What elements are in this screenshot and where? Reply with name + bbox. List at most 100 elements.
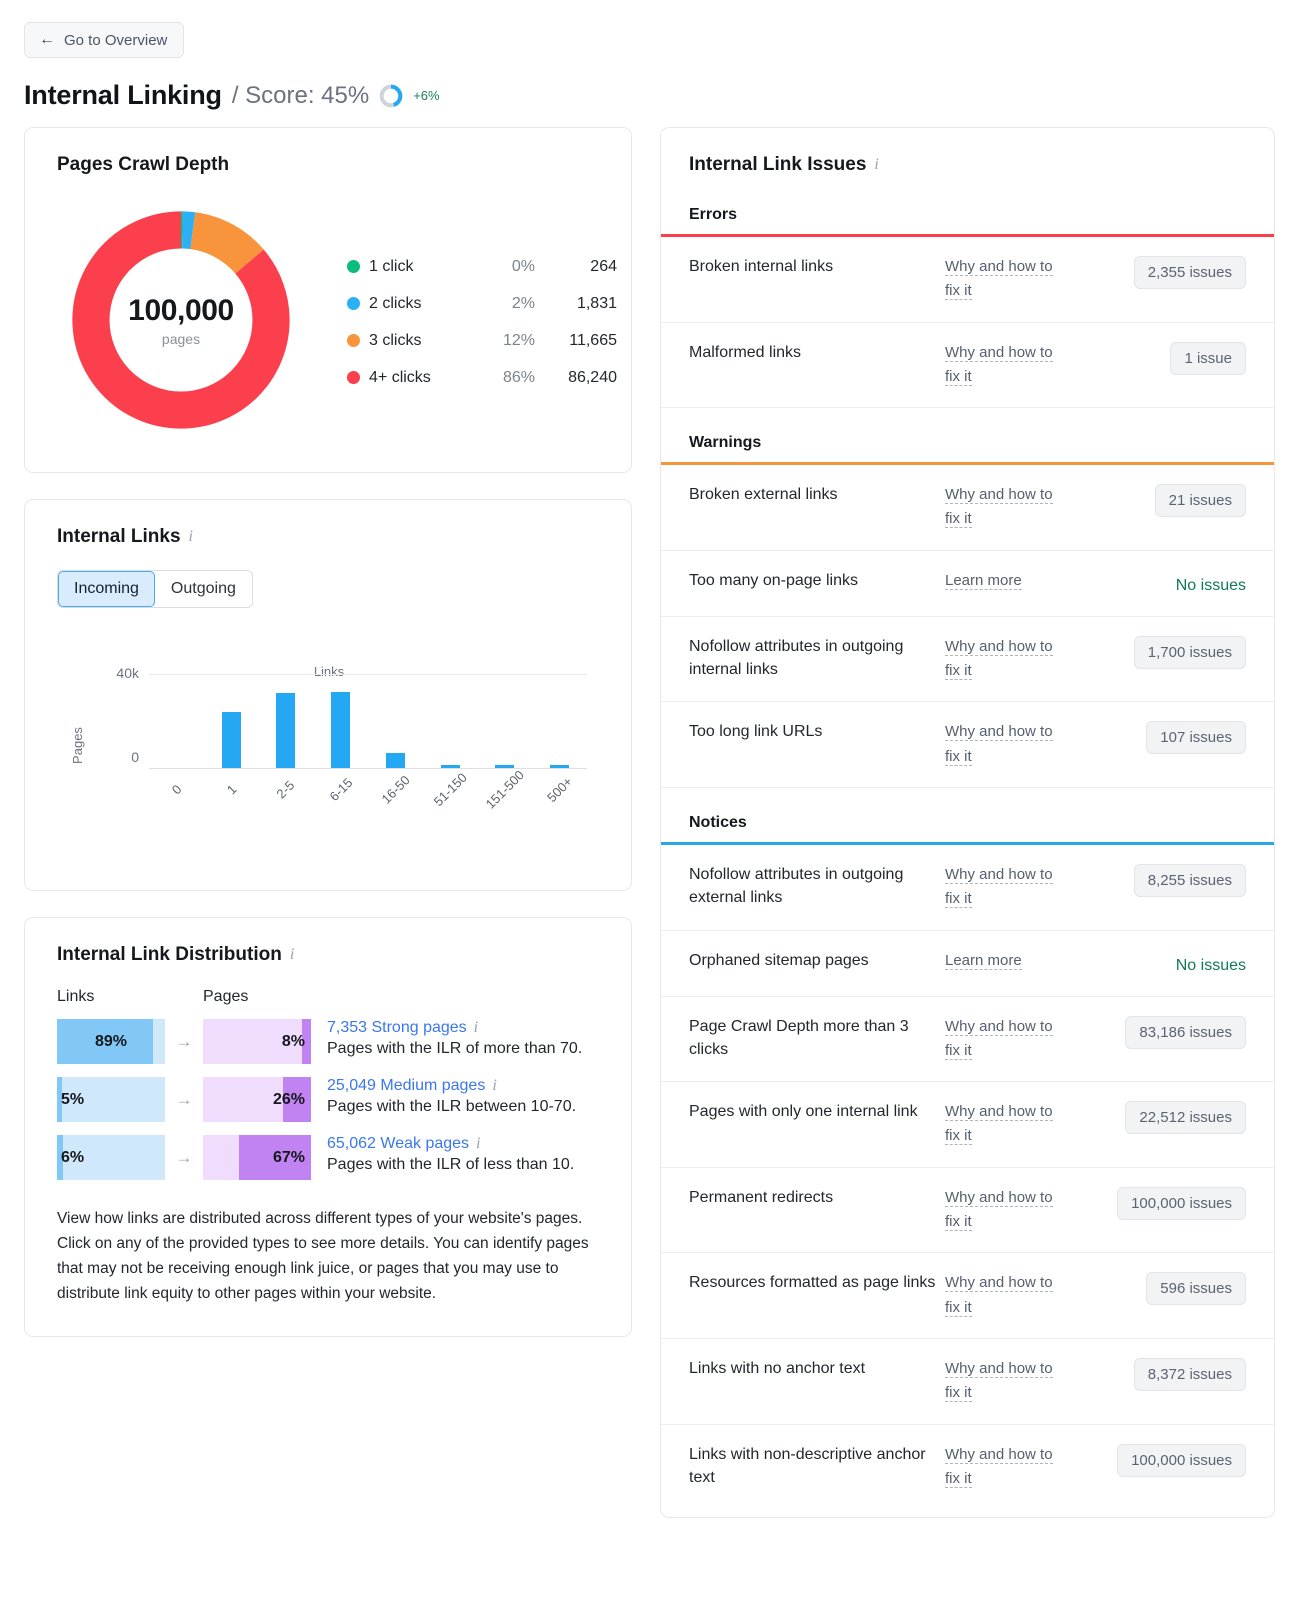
bar[interactable] — [441, 765, 460, 768]
issue-count-badge[interactable]: 2,355 issues — [1134, 256, 1246, 289]
issue-help-link-label: Why and how to fix it — [945, 486, 1053, 528]
issue-count-badge[interactable]: 1 issue — [1170, 342, 1246, 375]
bar[interactable] — [276, 693, 295, 768]
internal-link-issues-title: Internal Link Issues i — [661, 154, 1274, 176]
issue-count-badge[interactable]: 107 issues — [1146, 721, 1246, 754]
arrow-right-icon: → — [165, 1135, 203, 1180]
issue-count-badge[interactable]: 8,372 issues — [1134, 1358, 1246, 1391]
issue-help-link[interactable]: Learn more — [945, 569, 1065, 593]
issue-count-badge[interactable]: 100,000 issues — [1117, 1187, 1246, 1220]
info-icon[interactable]: i — [474, 1019, 478, 1037]
distribution-note: View how links are distributed across di… — [57, 1206, 601, 1306]
donut-total-value: 100,000 — [128, 294, 234, 328]
arrow-right-icon: → — [165, 1019, 203, 1064]
crawl-depth-legend: 1 click0%2642 clicks2%1,8313 clicks12%11… — [347, 248, 617, 396]
bar-slot — [532, 674, 587, 768]
legend-row[interactable]: 3 clicks12%11,665 — [347, 322, 617, 359]
issue-count-badge[interactable]: 100,000 issues — [1117, 1444, 1246, 1477]
issue-help-link[interactable]: Why and how to fix it — [945, 483, 1065, 532]
page-title: Internal Linking — [24, 80, 222, 111]
issue-count-badge[interactable]: 1,700 issues — [1134, 636, 1246, 669]
bar[interactable] — [331, 692, 350, 768]
bar[interactable] — [222, 712, 241, 768]
pages-meter-value: 8% — [282, 1019, 305, 1064]
donut-total-label: pages — [162, 331, 200, 347]
bar[interactable] — [550, 765, 569, 768]
issue-help-link[interactable]: Why and how to fix it — [945, 1443, 1065, 1492]
issue-help-link[interactable]: Why and how to fix it — [945, 863, 1065, 912]
issue-row: Broken internal linksWhy and how to fix … — [661, 237, 1274, 323]
legend-label: 2 clicks — [369, 295, 473, 313]
issue-row: Too many on-page linksLearn moreNo issue… — [661, 551, 1274, 617]
issue-help-link-label: Why and how to fix it — [945, 1446, 1053, 1488]
issue-help-link-label: Why and how to fix it — [945, 866, 1053, 908]
links-meter-value: 6% — [61, 1135, 84, 1180]
legend-label: 4+ clicks — [369, 369, 473, 387]
x-axis-tick-label: 51-150 — [431, 770, 470, 809]
tab-outgoing[interactable]: Outgoing — [155, 571, 252, 607]
distribution-link[interactable]: 25,049 Medium pagesi — [327, 1077, 497, 1095]
links-meter[interactable]: 6% — [57, 1135, 165, 1180]
issue-help-link[interactable]: Learn more — [945, 949, 1065, 973]
go-to-overview-label: Go to Overview — [64, 33, 167, 48]
issue-help-link[interactable]: Why and how to fix it — [945, 1015, 1065, 1064]
pages-meter-value: 26% — [273, 1077, 305, 1122]
issues-section: ErrorsBroken internal linksWhy and how t… — [661, 206, 1274, 408]
internal-links-toggle[interactable]: Incoming Outgoing — [57, 570, 253, 608]
distribution-link[interactable]: 65,062 Weak pagesi — [327, 1135, 480, 1153]
x-label-slot: 2-5 — [259, 774, 314, 797]
issue-name: Nofollow attributes in outgoing external… — [689, 863, 945, 909]
distribution-row: 5%→26%25,049 Medium pagesiPages with the… — [57, 1077, 601, 1122]
issue-count-badge[interactable]: 83,186 issues — [1125, 1016, 1246, 1049]
issue-help-link-label: Learn more — [945, 572, 1022, 590]
bar[interactable] — [386, 753, 405, 768]
links-meter[interactable]: 5% — [57, 1077, 165, 1122]
legend-row[interactable]: 2 clicks2%1,831 — [347, 285, 617, 322]
issue-row: Nofollow attributes in outgoing external… — [661, 845, 1274, 931]
issue-help-link[interactable]: Why and how to fix it — [945, 635, 1065, 684]
go-to-overview-button[interactable]: ← Go to Overview — [24, 22, 184, 58]
score-text: / Score: 45% — [232, 82, 369, 110]
info-icon[interactable]: i — [189, 528, 193, 546]
issue-name: Orphaned sitemap pages — [689, 949, 945, 972]
issue-count-badge[interactable]: 596 issues — [1146, 1272, 1246, 1305]
issue-count-badge[interactable]: 21 issues — [1155, 484, 1246, 517]
issue-name: Page Crawl Depth more than 3 clicks — [689, 1015, 945, 1061]
issue-help-link[interactable]: Why and how to fix it — [945, 255, 1065, 304]
issue-count-cell: 107 issues — [1065, 720, 1246, 754]
pages-meter[interactable]: 8% — [203, 1019, 311, 1064]
pages-meter-value: 67% — [273, 1135, 305, 1180]
issue-row: Too long link URLsWhy and how to fix it1… — [661, 702, 1274, 788]
distribution-rows: 89%→8%7,353 Strong pagesiPages with the … — [57, 1019, 601, 1180]
legend-row[interactable]: 1 click0%264 — [347, 248, 617, 285]
legend-row[interactable]: 4+ clicks86%86,240 — [347, 359, 617, 396]
issue-help-link[interactable]: Why and how to fix it — [945, 720, 1065, 769]
issue-row: Malformed linksWhy and how to fix it1 is… — [661, 323, 1274, 409]
right-column: Internal Link Issues i ErrorsBroken inte… — [660, 127, 1275, 1544]
issue-count-badge[interactable]: 8,255 issues — [1134, 864, 1246, 897]
issue-help-link[interactable]: Why and how to fix it — [945, 1100, 1065, 1149]
issue-help-link-label: Why and how to fix it — [945, 344, 1053, 386]
issue-help-link[interactable]: Why and how to fix it — [945, 1271, 1065, 1320]
issue-help-link[interactable]: Why and how to fix it — [945, 341, 1065, 390]
links-meter[interactable]: 89% — [57, 1019, 165, 1064]
bar[interactable] — [495, 765, 514, 768]
distribution-link[interactable]: 7,353 Strong pagesi — [327, 1019, 478, 1037]
tab-incoming[interactable]: Incoming — [58, 571, 155, 607]
column-header-pages: Pages — [203, 988, 363, 1006]
x-axis-tick-label: 1 — [223, 782, 239, 798]
issue-count-badge[interactable]: 22,512 issues — [1125, 1101, 1246, 1134]
info-icon[interactable]: i — [290, 946, 294, 964]
distribution-title-text: Internal Link Distribution — [57, 944, 282, 966]
issue-help-link[interactable]: Why and how to fix it — [945, 1186, 1065, 1235]
bar-slot — [423, 674, 478, 768]
info-icon[interactable]: i — [476, 1135, 480, 1153]
x-axis-tick-label: 16-50 — [378, 772, 412, 806]
info-icon[interactable]: i — [874, 156, 878, 174]
pages-meter[interactable]: 26% — [203, 1077, 311, 1122]
info-icon[interactable]: i — [492, 1077, 496, 1095]
pages-meter[interactable]: 67% — [203, 1135, 311, 1180]
issue-help-link[interactable]: Why and how to fix it — [945, 1357, 1065, 1406]
issue-count-cell: 8,255 issues — [1065, 863, 1246, 897]
no-issues-label: No issues — [1176, 570, 1246, 595]
